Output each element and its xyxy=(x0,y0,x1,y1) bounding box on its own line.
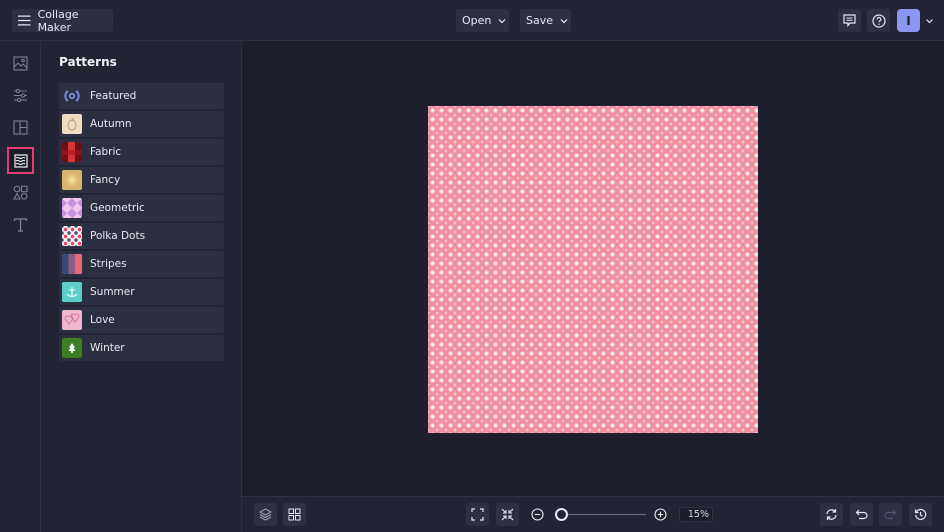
category-polka-dots[interactable]: Polka Dots xyxy=(59,223,224,249)
category-label: Stripes xyxy=(90,258,127,270)
geometric-thumbnail xyxy=(62,198,82,218)
winter-thumbnail xyxy=(62,338,82,358)
chevron-down-icon xyxy=(498,18,506,23)
patterns-panel: Patterns Featured Autumn Fabric Fancy Ge… xyxy=(41,41,242,532)
category-label: Geometric xyxy=(90,202,145,214)
rail-item-text[interactable] xyxy=(7,211,34,238)
zoom-out-button[interactable] xyxy=(526,503,549,526)
summer-thumbnail xyxy=(62,282,82,302)
fabric-thumbnail xyxy=(62,142,82,162)
expand-icon xyxy=(471,508,484,521)
zoom-slider-handle[interactable] xyxy=(555,508,568,521)
help-circle-icon xyxy=(871,13,886,28)
panel-title: Patterns xyxy=(59,55,117,69)
undo-button[interactable] xyxy=(850,503,873,526)
rail-item-photos[interactable] xyxy=(7,50,34,77)
shapes-icon xyxy=(13,185,28,200)
fit-to-screen-button[interactable] xyxy=(466,503,489,526)
category-label: Polka Dots xyxy=(90,230,146,242)
fancy-thumbnail xyxy=(62,170,82,190)
save-label: Save xyxy=(526,14,554,27)
category-autumn[interactable]: Autumn xyxy=(59,111,224,137)
rail-item-patterns[interactable] xyxy=(7,147,34,174)
chevron-down-icon xyxy=(560,18,568,23)
stripes-thumbnail xyxy=(62,254,82,274)
category-geometric[interactable]: Geometric xyxy=(59,195,224,221)
category-stripes[interactable]: Stripes xyxy=(59,251,224,277)
save-button[interactable]: Save xyxy=(520,9,571,32)
sliders-icon xyxy=(14,88,27,103)
history-icon xyxy=(914,508,927,521)
image-icon xyxy=(13,56,28,71)
grid-button[interactable] xyxy=(283,503,306,526)
category-label: Winter xyxy=(90,342,125,354)
polka-dots-thumbnail xyxy=(62,226,82,246)
rail-item-graphics[interactable] xyxy=(7,179,34,206)
category-summer[interactable]: Summer xyxy=(59,279,224,305)
undo-icon xyxy=(855,509,868,520)
category-label: Summer xyxy=(90,286,135,298)
layout-icon xyxy=(13,120,28,135)
hamburger-menu-icon xyxy=(18,15,31,26)
zoom-in-button[interactable] xyxy=(649,503,672,526)
rail-item-layouts[interactable] xyxy=(7,114,34,141)
redo-icon xyxy=(884,509,897,520)
autumn-thumbnail xyxy=(62,114,82,134)
category-love[interactable]: Love xyxy=(59,307,224,333)
grid-icon xyxy=(288,508,301,521)
app-title: Collage Maker xyxy=(37,7,79,34)
feedback-button[interactable] xyxy=(838,9,861,32)
refresh-icon xyxy=(826,509,837,520)
tool-rail xyxy=(0,41,41,532)
top-bar: Collage Maker Open Save I xyxy=(0,0,944,41)
zoom-slider-track[interactable] xyxy=(564,514,646,515)
collage-canvas[interactable] xyxy=(428,106,758,433)
comment-icon xyxy=(843,14,856,27)
love-thumbnail xyxy=(62,310,82,330)
open-label: Open xyxy=(462,14,492,27)
category-label: Love xyxy=(90,314,115,326)
category-label: Autumn xyxy=(90,118,132,130)
rail-item-adjustments[interactable] xyxy=(7,82,34,109)
category-label: Featured xyxy=(90,90,137,102)
history-button[interactable] xyxy=(909,503,932,526)
featured-badge-icon xyxy=(62,86,82,106)
open-button[interactable]: Open xyxy=(456,9,509,32)
collapse-icon xyxy=(501,508,514,521)
app-menu-button[interactable]: Collage Maker xyxy=(12,7,113,34)
zoom-out-icon xyxy=(531,508,544,521)
user-avatar[interactable]: I xyxy=(897,9,920,32)
category-fancy[interactable]: Fancy xyxy=(59,167,224,193)
refresh-button[interactable] xyxy=(820,503,843,526)
category-label: Fabric xyxy=(90,146,122,158)
category-fabric[interactable]: Fabric xyxy=(59,139,224,165)
layers-button[interactable] xyxy=(254,503,277,526)
layers-icon xyxy=(259,508,272,521)
category-featured[interactable]: Featured xyxy=(59,83,224,109)
text-icon xyxy=(13,218,28,232)
category-label: Fancy xyxy=(90,174,121,186)
shrink-button[interactable] xyxy=(496,503,519,526)
pattern-icon xyxy=(13,153,28,168)
redo-button[interactable] xyxy=(879,503,902,526)
zoom-level-field[interactable]: 15% xyxy=(679,507,713,522)
category-winter[interactable]: Winter xyxy=(59,335,224,361)
zoom-in-icon xyxy=(654,508,667,521)
help-button[interactable] xyxy=(867,9,890,32)
chevron-down-icon[interactable] xyxy=(925,17,934,25)
